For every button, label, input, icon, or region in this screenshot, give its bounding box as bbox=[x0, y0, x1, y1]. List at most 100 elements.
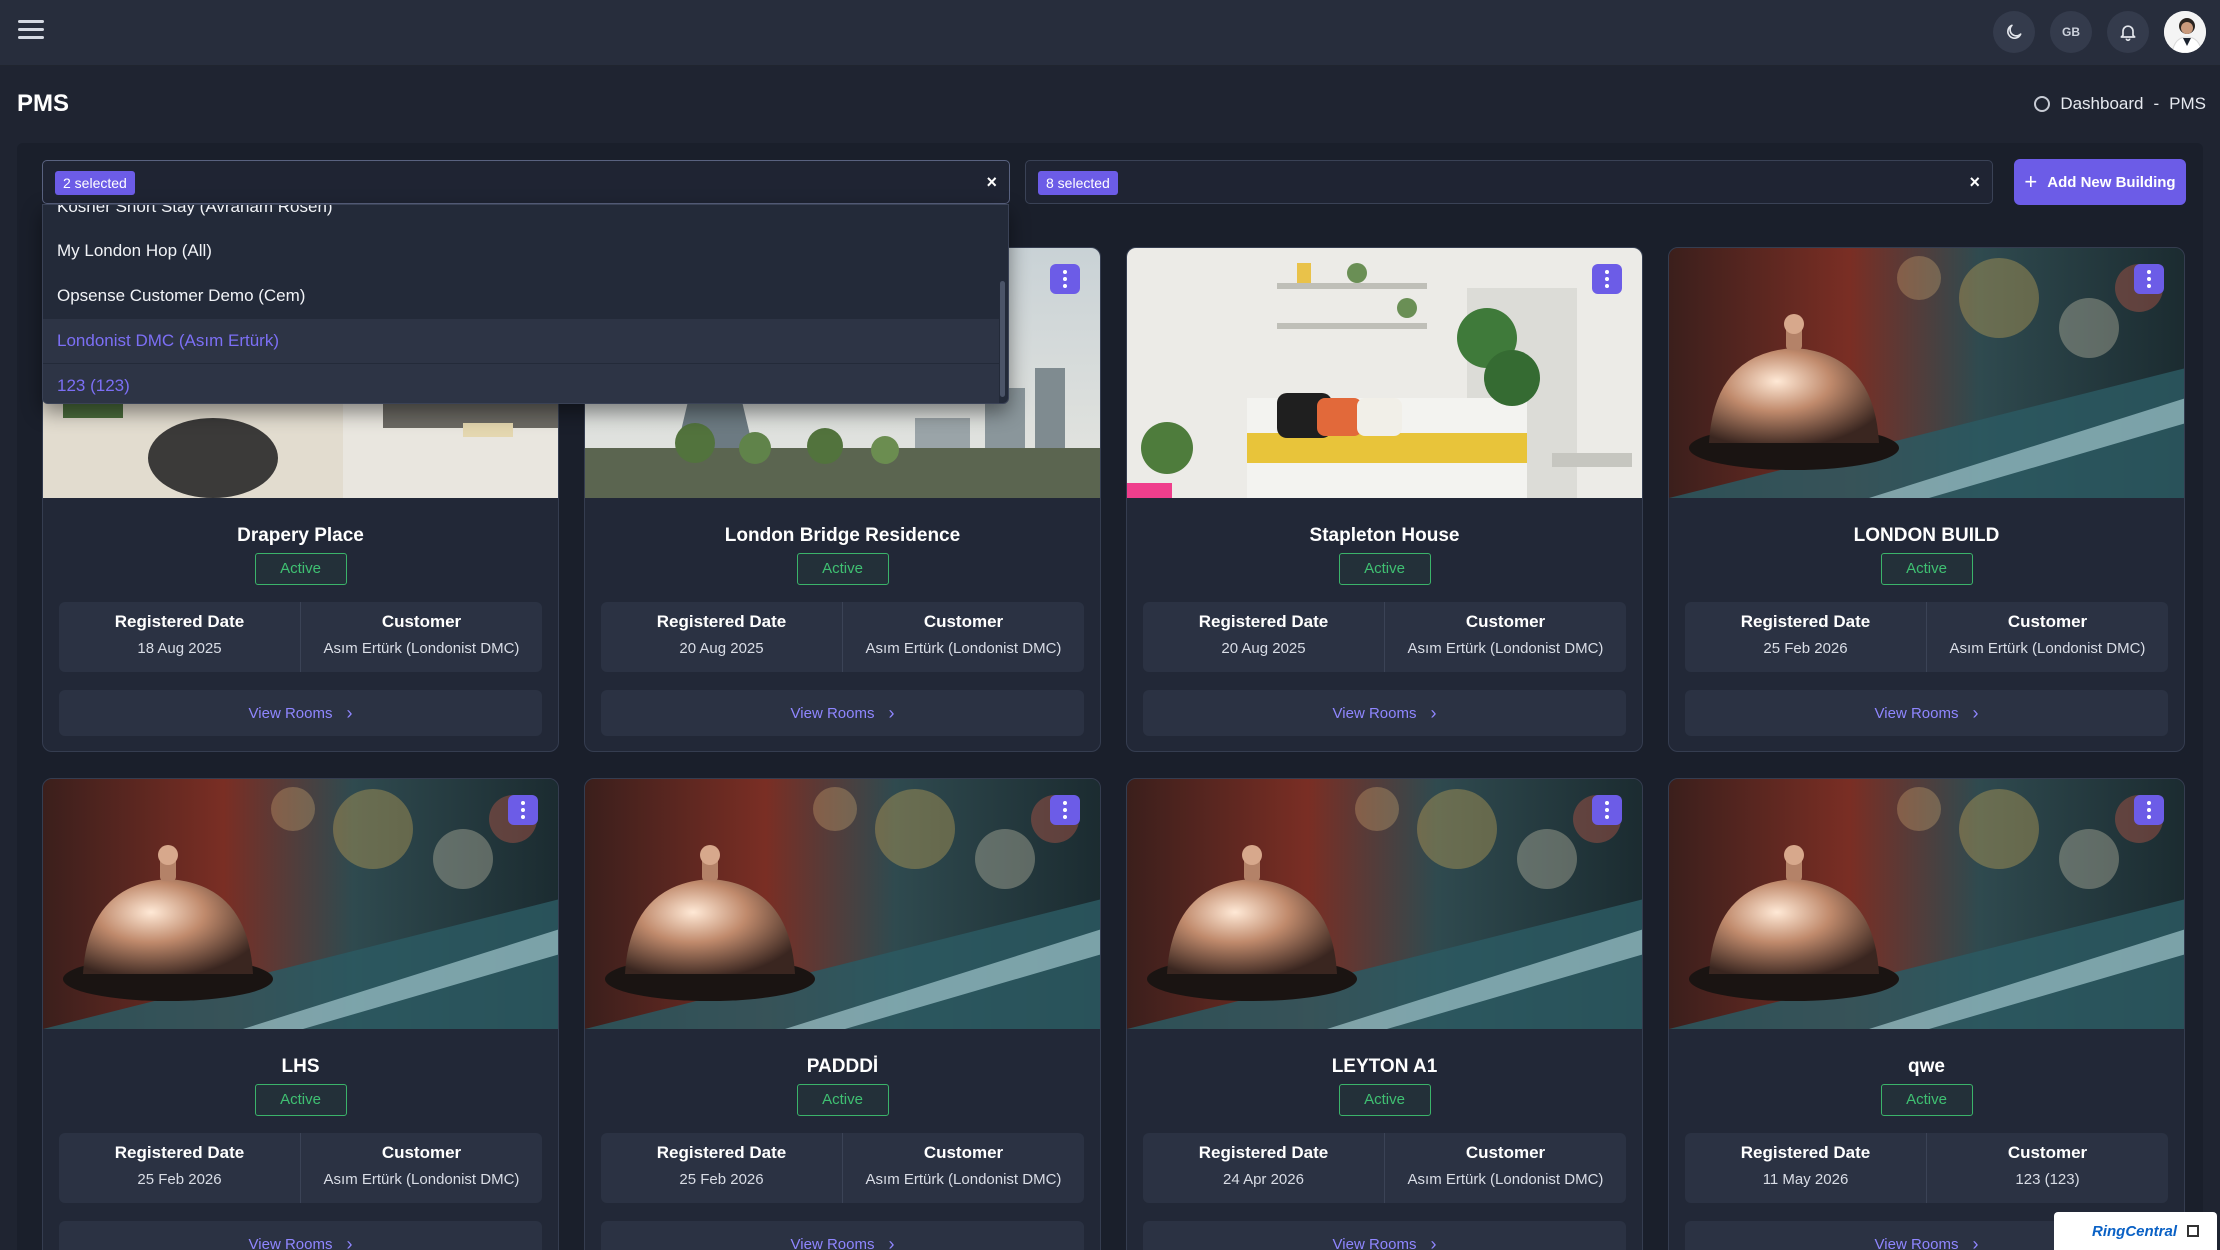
view-rooms-button[interactable]: View Rooms › bbox=[1685, 690, 2168, 736]
view-rooms-button[interactable]: View Rooms › bbox=[1143, 1221, 1626, 1250]
building-info: Registered Date 25 Feb 2026 Customer Asım E… bbox=[601, 1133, 1084, 1203]
card-menu-button[interactable] bbox=[1592, 795, 1622, 825]
building-image bbox=[1127, 248, 1642, 498]
registered-date-block: Registered Date 25 Feb 2026 bbox=[1685, 602, 1926, 672]
moon-icon bbox=[2007, 24, 2022, 39]
customer-clear-icon[interactable]: × bbox=[986, 172, 997, 193]
registered-date-label: Registered Date bbox=[1740, 1143, 1871, 1162]
view-rooms-label: View Rooms bbox=[790, 1235, 875, 1250]
building-info: Registered Date 20 Aug 2025 Customer Asım E… bbox=[1143, 602, 1626, 672]
building-image bbox=[43, 779, 558, 1029]
registered-date-label: Registered Date bbox=[114, 1143, 245, 1162]
view-rooms-button[interactable]: View Rooms › bbox=[59, 690, 542, 736]
registered-date-block: Registered Date 20 Aug 2025 bbox=[601, 602, 842, 672]
customer-block: Customer Asım Ertürk (Londonist DMC) bbox=[842, 1133, 1084, 1203]
registered-date-value: 25 Feb 2026 bbox=[137, 1171, 222, 1188]
customer-value: Asım Ertürk (Londonist DMC) bbox=[1407, 640, 1604, 657]
customer-value: Asım Ertürk (Londonist DMC) bbox=[865, 1171, 1062, 1188]
registered-date-block: Registered Date 25 Feb 2026 bbox=[601, 1133, 842, 1203]
ringcentral-label: RingCentral bbox=[2092, 1222, 2178, 1240]
expand-icon[interactable] bbox=[2187, 1225, 2200, 1237]
building-card: qwe Active Registered Date 11 May 2026 Custo… bbox=[1668, 778, 2185, 1250]
add-building-button[interactable]: + Add New Building bbox=[2014, 159, 2186, 205]
more-vertical-icon bbox=[1063, 800, 1067, 821]
customer-label: Customer bbox=[923, 612, 1004, 631]
home-icon bbox=[2034, 96, 2051, 112]
building-name: Stapleton House bbox=[1309, 525, 1460, 546]
dropdown-item[interactable]: Kosher Short Stay (Avraham Rosen) bbox=[43, 205, 999, 229]
card-menu-button[interactable] bbox=[2134, 264, 2164, 294]
building-info: Registered Date 25 Feb 2026 Customer Asım E… bbox=[59, 1133, 542, 1203]
chevron-right-icon: › bbox=[888, 702, 895, 723]
dropdown-item-selected[interactable]: Londonist DMC (Asım Ertürk) bbox=[43, 319, 999, 363]
notifications-button[interactable] bbox=[2107, 11, 2149, 53]
ringcentral-widget[interactable]: RingCentral bbox=[2054, 1212, 2217, 1250]
status-badge: Active bbox=[254, 1084, 347, 1116]
view-rooms-label: View Rooms bbox=[790, 704, 875, 722]
card-menu-button[interactable] bbox=[1592, 264, 1622, 294]
dropdown-scrollbar[interactable] bbox=[1000, 281, 1005, 397]
customer-value: Asım Ertürk (Londonist DMC) bbox=[1407, 1171, 1604, 1188]
language-code: GB bbox=[2062, 25, 2080, 39]
registered-date-block: Registered Date 25 Feb 2026 bbox=[59, 1133, 300, 1203]
view-rooms-button[interactable]: View Rooms › bbox=[601, 690, 1084, 736]
more-vertical-icon bbox=[521, 800, 525, 821]
customer-value: 123 (123) bbox=[2015, 1171, 2080, 1188]
building-name: PADDDİ bbox=[806, 1056, 879, 1077]
customer-block: Customer Asım Ertürk (Londonist DMC) bbox=[842, 602, 1084, 672]
registered-date-label: Registered Date bbox=[1198, 1143, 1329, 1162]
card-menu-button[interactable] bbox=[2134, 795, 2164, 825]
building-image bbox=[1669, 248, 2184, 498]
view-rooms-label: View Rooms bbox=[1332, 1235, 1417, 1250]
view-rooms-button[interactable]: View Rooms › bbox=[601, 1221, 1084, 1250]
language-button[interactable]: GB bbox=[2050, 11, 2092, 53]
breadcrumb: Dashboard - PMS bbox=[2034, 94, 2206, 114]
view-rooms-button[interactable]: View Rooms › bbox=[1143, 690, 1626, 736]
customer-block: Customer Asım Ertürk (Londonist DMC) bbox=[300, 602, 542, 672]
page-title: PMS bbox=[17, 90, 70, 117]
more-vertical-icon bbox=[2147, 269, 2151, 290]
status-badge: Active bbox=[1880, 1084, 1973, 1116]
more-vertical-icon bbox=[1063, 269, 1067, 290]
customer-block: Customer Asım Ertürk (Londonist DMC) bbox=[1384, 602, 1626, 672]
top-bar: GB bbox=[0, 0, 2220, 66]
chevron-right-icon: › bbox=[1430, 1233, 1437, 1250]
customer-multiselect[interactable]: 2 selected × bbox=[42, 160, 1010, 204]
dropdown-item-selected[interactable]: 123 (123) bbox=[43, 364, 999, 403]
registered-date-value: 25 Feb 2026 bbox=[1763, 640, 1848, 657]
registered-date-block: Registered Date 18 Aug 2025 bbox=[59, 602, 300, 672]
registered-date-value: 20 Aug 2025 bbox=[1221, 640, 1306, 657]
customer-value: Asım Ertürk (Londonist DMC) bbox=[1949, 640, 2146, 657]
breadcrumb-home[interactable]: Dashboard bbox=[2060, 94, 2143, 114]
avatar[interactable] bbox=[2164, 11, 2206, 53]
building-name: LONDON BUILD bbox=[1853, 525, 2000, 546]
customer-selected-chip: 2 selected bbox=[55, 171, 135, 195]
view-rooms-button[interactable]: View Rooms › bbox=[59, 1221, 542, 1250]
customer-value: Asım Ertürk (Londonist DMC) bbox=[323, 1171, 520, 1188]
building-clear-icon[interactable]: × bbox=[1969, 172, 1980, 193]
registered-date-value: 24 Apr 2026 bbox=[1223, 1171, 1304, 1188]
card-menu-button[interactable] bbox=[508, 795, 538, 825]
chevron-right-icon: › bbox=[1430, 702, 1437, 723]
registered-date-label: Registered Date bbox=[114, 612, 245, 631]
customer-block: Customer Asım Ertürk (Londonist DMC) bbox=[1926, 602, 2168, 672]
registered-date-label: Registered Date bbox=[656, 612, 787, 631]
card-menu-button[interactable] bbox=[1050, 264, 1080, 294]
building-name: London Bridge Residence bbox=[724, 525, 961, 546]
customer-label: Customer bbox=[1465, 612, 1546, 631]
dropdown-item[interactable]: Opsense Customer Demo (Cem) bbox=[43, 274, 999, 318]
building-selected-chip: 8 selected bbox=[1038, 171, 1118, 195]
menu-icon[interactable] bbox=[18, 20, 44, 40]
view-rooms-label: View Rooms bbox=[1874, 1235, 1959, 1250]
customer-value: Asım Ertürk (Londonist DMC) bbox=[323, 640, 520, 657]
registered-date-block: Registered Date 20 Aug 2025 bbox=[1143, 602, 1384, 672]
theme-toggle-button[interactable] bbox=[1993, 11, 2035, 53]
dropdown-item[interactable]: My London Hop (All) bbox=[43, 229, 999, 273]
card-menu-button[interactable] bbox=[1050, 795, 1080, 825]
registered-date-value: 11 May 2026 bbox=[1762, 1171, 1849, 1188]
chevron-right-icon: › bbox=[346, 1233, 353, 1250]
building-multiselect[interactable]: 8 selected × bbox=[1025, 160, 1993, 204]
building-name: LEYTON A1 bbox=[1331, 1056, 1438, 1077]
chevron-right-icon: › bbox=[1972, 702, 1979, 723]
more-vertical-icon bbox=[2147, 800, 2151, 821]
